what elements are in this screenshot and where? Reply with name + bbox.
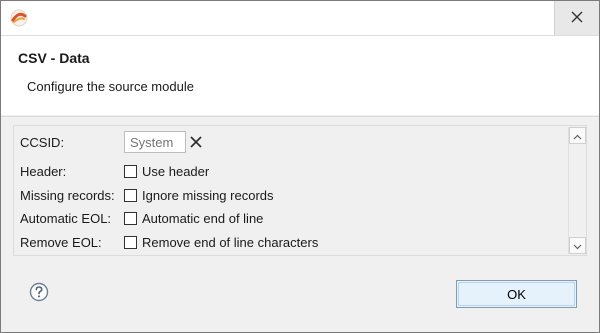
scroll-up-button[interactable] — [569, 127, 586, 144]
scroll-down-button[interactable] — [569, 237, 586, 254]
automatic-eol-checkbox[interactable] — [124, 211, 137, 225]
automatic-eol-checkbox-label[interactable]: Automatic end of line — [142, 211, 263, 226]
clear-icon[interactable] — [189, 135, 203, 149]
missing-records-label: Missing records: — [20, 187, 115, 203]
close-button[interactable] — [554, 1, 599, 35]
ccsid-row: CCSID: — [20, 131, 203, 153]
dialog-window: CSV - Data Configure the source module C… — [0, 0, 600, 333]
title-bar — [1, 1, 599, 35]
header-divider — [1, 116, 599, 117]
ignore-missing-label[interactable]: Ignore missing records — [142, 188, 274, 203]
ignore-missing-checkbox[interactable] — [124, 188, 137, 202]
form-panel: CCSID: Header: Use header Missing record… — [13, 125, 587, 256]
ccsid-label: CCSID: — [20, 134, 65, 150]
automatic-eol-row: Automatic EOL: Automatic end of line — [20, 208, 263, 228]
chevron-down-icon — [573, 238, 582, 253]
header-row: Header: Use header — [20, 161, 209, 181]
remove-eol-row: Remove EOL: Remove end of line character… — [20, 232, 318, 252]
close-icon — [571, 11, 583, 26]
ccsid-input[interactable] — [124, 131, 186, 153]
help-icon[interactable] — [29, 282, 49, 302]
chevron-up-icon — [573, 128, 582, 143]
remove-eol-checkbox[interactable] — [124, 235, 137, 249]
missing-records-row: Missing records: Ignore missing records — [20, 185, 274, 205]
use-header-label[interactable]: Use header — [142, 164, 209, 179]
remove-eol-label: Remove EOL: — [20, 234, 102, 250]
remove-eol-checkbox-label[interactable]: Remove end of line characters — [142, 235, 318, 250]
vertical-scrollbar[interactable] — [568, 127, 586, 254]
use-header-checkbox[interactable] — [124, 164, 137, 178]
automatic-eol-label: Automatic EOL: — [20, 210, 112, 226]
ok-button[interactable]: OK — [456, 280, 577, 308]
page-title: CSV - Data — [18, 50, 90, 66]
header-label: Header: — [20, 163, 67, 179]
wizard-header: CSV - Data Configure the source module — [1, 35, 599, 115]
app-logo-icon — [10, 9, 28, 27]
page-description: Configure the source module — [27, 79, 194, 94]
